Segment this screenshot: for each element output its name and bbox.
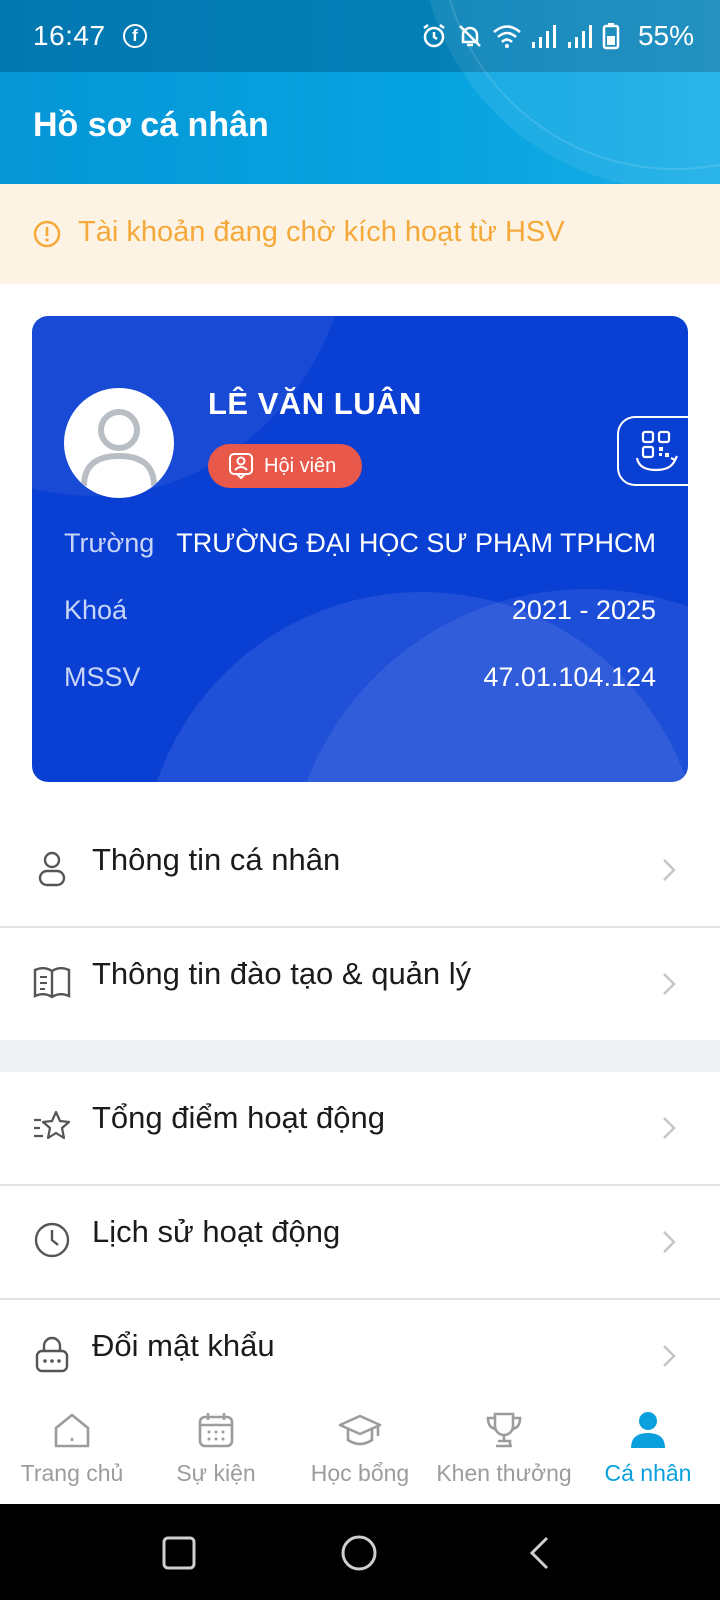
menu-label: Tổng điểm hoạt động [92, 1100, 385, 1135]
member-badge: Hội viên [208, 444, 362, 488]
facebook-notification-icon: f [123, 24, 147, 48]
nav-label: Học bổng [310, 1460, 410, 1486]
warning-icon [33, 220, 61, 248]
nav-label: Sự kiện [176, 1460, 256, 1486]
status-bar: 16:47 f 55% [0, 0, 720, 72]
menu-label: Lịch sử hoạt động [92, 1214, 341, 1249]
battery-icon [602, 23, 620, 50]
page-title: Hồ sơ cá nhân [33, 106, 269, 144]
qr-code-button[interactable] [617, 416, 688, 486]
nav-profile[interactable]: Cá nhân [576, 1396, 720, 1504]
banner-text: Tài khoản đang chờ kích hoạt từ HSV [78, 216, 565, 248]
member-icon [229, 453, 253, 480]
nav-label: Trang chủ [20, 1460, 124, 1486]
course-label: Khoá [64, 595, 128, 625]
course-value: 2021 - 2025 [511, 595, 656, 625]
chevron-right-icon [663, 973, 676, 995]
member-name: LÊ VĂN LUÂN [208, 386, 422, 421]
menu-item-activity-history[interactable]: Lịch sử hoạt động [0, 1186, 720, 1299]
home-icon [54, 1413, 90, 1448]
nav-rewards[interactable]: Khen thưởng [432, 1396, 576, 1504]
nav-label: Khen thưởng [436, 1460, 572, 1486]
back-button[interactable] [528, 1536, 550, 1570]
battery-percent: 55% [637, 20, 694, 51]
avatar[interactable] [64, 388, 174, 498]
menu-item-training-info[interactable]: Thông tin đào tạo & quản lý [0, 928, 720, 1041]
chevron-right-icon [663, 1345, 676, 1367]
book-icon [33, 967, 71, 999]
student-id-value: 47.01.104.124 [483, 662, 656, 692]
status-time: 16:47 [33, 20, 106, 51]
menu-label: Thông tin cá nhân [92, 842, 341, 877]
nav-label: Cá nhân [604, 1460, 692, 1486]
trophy-icon [486, 1412, 522, 1448]
school-label: Trường [64, 528, 155, 558]
user-icon [38, 851, 66, 887]
student-id-label: MSSV [64, 662, 141, 692]
menu-item-personal-info[interactable]: Thông tin cá nhân [0, 814, 720, 927]
app-header: 16:47 f 55% Hồ sơ cá nhân [0, 0, 720, 184]
wifi-icon [493, 25, 521, 48]
menu-label: Đổi mật khẩu [92, 1328, 275, 1363]
status-icons [420, 22, 620, 50]
member-card: LÊ VĂN LUÂN Hội viên Trường TRƯỜNG ĐẠI H… [32, 316, 688, 782]
bottom-navigation: Trang chủ Sự kiện Học bổng Khen thưởng C… [0, 1396, 720, 1504]
chevron-right-icon [663, 859, 676, 881]
star-list-icon [34, 1110, 71, 1140]
section-separator [0, 1040, 720, 1072]
home-button[interactable] [340, 1534, 378, 1572]
clock-icon [34, 1222, 70, 1258]
alarm-icon [423, 24, 445, 48]
signal-icon-2 [568, 25, 592, 48]
mute-bell-icon [459, 25, 481, 47]
nav-scholarship[interactable]: Học bổng [288, 1396, 432, 1504]
recent-apps-button[interactable] [162, 1536, 196, 1570]
menu-item-activity-points[interactable]: Tổng điểm hoạt động [0, 1072, 720, 1185]
nav-events[interactable]: Sự kiện [144, 1396, 288, 1504]
chevron-right-icon [663, 1117, 676, 1139]
default-avatar-icon [81, 409, 157, 487]
qr-code-icon [635, 430, 678, 472]
graduation-cap-icon [338, 1414, 382, 1446]
system-navigation-bar [0, 1504, 720, 1600]
person-icon [631, 1412, 665, 1448]
signal-icon [532, 25, 556, 48]
lock-icon [35, 1336, 69, 1373]
menu-label: Thông tin đào tạo & quản lý [92, 956, 472, 991]
nav-home[interactable]: Trang chủ [0, 1396, 144, 1504]
calendar-icon [198, 1413, 234, 1448]
school-value: TRƯỜNG ĐẠI HỌC SƯ PHẠM TPHCM [176, 528, 656, 558]
member-badge-label: Hội viên [264, 454, 337, 477]
chevron-right-icon [663, 1231, 676, 1253]
